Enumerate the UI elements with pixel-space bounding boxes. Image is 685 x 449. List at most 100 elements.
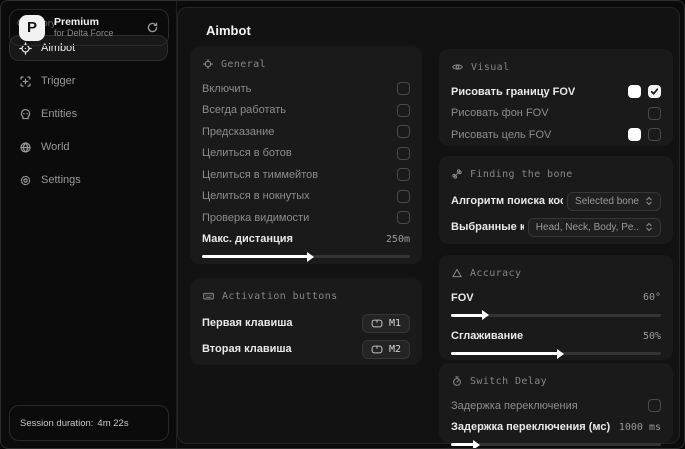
slider-label: Сглаживание <box>451 330 524 343</box>
visual-label: Рисовать цель FOV <box>451 128 552 141</box>
eye-icon <box>451 61 464 73</box>
visual-row: Рисовать границу FOV <box>451 81 661 103</box>
slider-label: Задержка переключения (мс) <box>451 421 611 434</box>
slider-fill <box>451 439 481 448</box>
color-swatch[interactable] <box>628 128 641 142</box>
sidebar-item-label: Settings <box>41 174 81 186</box>
slider-row: Задержка переключения (мс) 1000 ms <box>451 417 661 439</box>
app-subtitle: for Delta Force <box>54 28 114 39</box>
keybind-button[interactable]: M1 <box>361 313 410 333</box>
slider-value: 60° <box>642 292 661 304</box>
keybind-label: Вторая клавиша <box>202 343 292 355</box>
toggle-row: Включить <box>202 78 410 100</box>
slider-label: Макс. дистанция <box>202 233 293 246</box>
keybind-button[interactable]: M2 <box>361 339 410 359</box>
checkbox[interactable] <box>648 85 661 99</box>
app-window: P Premium for Delta Force Category Aimbo… <box>0 0 685 449</box>
sidebar-item-settings[interactable]: Settings <box>9 167 168 193</box>
max-distance-slider[interactable] <box>202 251 410 262</box>
session-duration: Session duration: 4m 22s <box>9 405 169 441</box>
sidebar: P Premium for Delta Force Category Aimbo… <box>1 1 177 448</box>
select-value: Selected bone <box>575 195 639 207</box>
toggle-label: Включить <box>202 82 252 95</box>
checkbox[interactable] <box>397 146 410 160</box>
accuracy-header: Accuracy <box>451 266 661 280</box>
app-name: Premium <box>54 16 99 29</box>
select-value: Head, Neck, Body, Pe.. <box>535 221 639 233</box>
select-label: Алгоритм поиска костей <box>451 195 563 207</box>
checkbox[interactable] <box>648 128 661 142</box>
mouse-icon <box>371 319 383 328</box>
triangle-icon <box>451 267 463 279</box>
chevron-up-down-icon <box>645 222 653 232</box>
toggle-row: Проверка видимости <box>202 207 410 229</box>
app-logo: P <box>19 14 45 41</box>
globe-icon <box>19 141 32 154</box>
bone-algorithm-select[interactable]: Selected bone <box>567 191 661 211</box>
checkbox[interactable] <box>397 211 410 225</box>
selected-bones-select[interactable]: Head, Neck, Body, Pe.. <box>527 217 661 237</box>
mouse-icon <box>371 345 383 354</box>
accuracy-card: Accuracy FOV 60° Сглаживание 50% <box>439 255 673 360</box>
switch-delay-slider[interactable] <box>451 439 661 448</box>
toggle-row: Целиться в нокнутых <box>202 186 410 208</box>
bone-icon <box>451 168 463 180</box>
sidebar-item-label: Trigger <box>41 75 76 87</box>
sidebar-item-label: Entities <box>41 108 78 120</box>
bone-header: Finding the bone <box>451 167 661 181</box>
select-label: Выбранные кости <box>451 221 524 233</box>
toggle-label: Проверка видимости <box>202 211 310 224</box>
keybind-row: Первая клавиша M1 <box>202 310 410 336</box>
page-title: Aimbot <box>206 23 251 38</box>
checkbox[interactable] <box>397 82 410 96</box>
reload-icon[interactable] <box>146 21 159 34</box>
sidebar-item-entities[interactable]: Entities <box>9 101 168 127</box>
checkbox[interactable] <box>397 189 410 203</box>
slider-fill <box>202 251 315 262</box>
general-card: General Включить Всегда работать Предска… <box>190 46 422 264</box>
slider-row: FOV 60° <box>451 287 661 309</box>
checkbox[interactable] <box>648 106 661 120</box>
visual-header: Visual <box>451 60 661 74</box>
visual-label: Рисовать фон FOV <box>451 107 549 120</box>
checkbox[interactable] <box>397 168 410 182</box>
activation-header: Activation buttons <box>202 289 410 303</box>
keybind-value: M2 <box>388 343 401 355</box>
toggle-label: Предсказание <box>202 125 275 138</box>
checkbox[interactable] <box>397 125 410 139</box>
visual-row: Рисовать цель FOV <box>451 124 661 146</box>
slider-fill <box>451 310 488 320</box>
bone-card: Finding the bone Алгоритм поиска костей … <box>439 156 673 244</box>
sidebar-item-trigger[interactable]: Trigger <box>9 68 168 94</box>
toggle-label: Всегда работать <box>202 104 287 117</box>
activation-card: Activation buttons Первая клавиша M1 Вто… <box>190 278 422 365</box>
slider-label: FOV <box>451 291 474 304</box>
toggle-row: Целиться в тиммейтов <box>202 164 410 186</box>
sidebar-menu: Aimbot Trigger Entities World Settings <box>1 35 176 193</box>
switch-delay-card: Switch Delay Задержка переключения Задер… <box>439 363 673 448</box>
bone-row: Выбранные кости Head, Neck, Body, Pe.. <box>451 214 661 240</box>
general-header: General <box>202 57 410 71</box>
switch-delay-header: Switch Delay <box>451 374 661 388</box>
entities-icon <box>19 108 32 121</box>
toggle-row: Задержка переключения <box>451 395 661 417</box>
toggle-label: Целиться в нокнутых <box>202 190 310 203</box>
visual-label: Рисовать границу FOV <box>451 85 576 98</box>
visual-card: Visual Рисовать границу FOV Рисовать фон… <box>439 49 673 146</box>
toggle-label: Целиться в ботов <box>202 147 292 160</box>
keybind-label: Первая клавиша <box>202 317 293 329</box>
toggle-row: Всегда работать <box>202 100 410 122</box>
slider-row: Сглаживание 50% <box>451 326 661 348</box>
keyboard-icon <box>202 290 215 302</box>
smoothing-slider[interactable] <box>451 348 661 359</box>
slider-value: 50% <box>642 330 661 342</box>
sidebar-item-label: World <box>41 141 70 153</box>
fov-slider[interactable] <box>451 310 661 320</box>
slider-fill <box>451 348 565 359</box>
checkbox[interactable] <box>648 399 661 413</box>
color-swatch[interactable] <box>628 85 641 99</box>
keybind-value: M1 <box>388 317 401 329</box>
session-label: Session duration: <box>20 417 94 429</box>
checkbox[interactable] <box>397 103 410 117</box>
sidebar-item-world[interactable]: World <box>9 134 168 160</box>
